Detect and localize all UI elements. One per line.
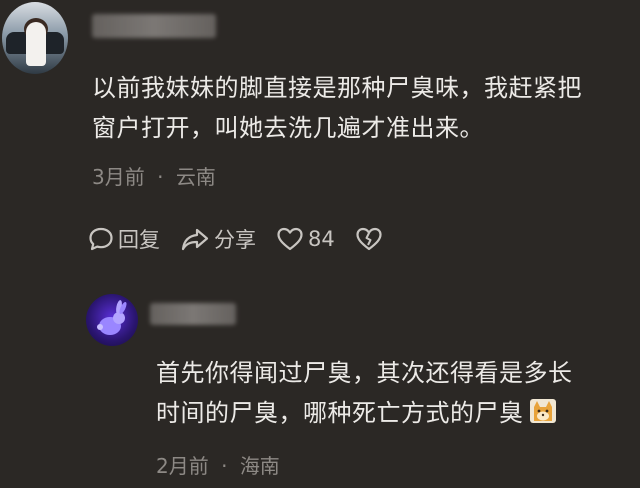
comment-1-actions: 回复 分享 84 xyxy=(88,222,407,256)
comment-1-line-2: 窗户打开，叫她去洗几遍才准出来。 xyxy=(92,114,484,142)
reply-label: 回复 xyxy=(118,228,160,252)
comment-2-location: 海南 xyxy=(239,454,280,478)
like-button[interactable]: 84 xyxy=(276,226,335,252)
meta-separator: · xyxy=(221,454,228,478)
share-button[interactable]: 分享 xyxy=(180,224,256,254)
comment-2-line-2-text: 时间的尸臭，哪种死亡方式的尸臭 xyxy=(156,399,524,427)
comment-1-meta: 3月前 · 云南 xyxy=(92,161,216,190)
comment-2-text: 首先你得闻过尸臭，其次还得看是多长 时间的尸臭，哪种死亡方式的尸臭 xyxy=(156,353,636,433)
user-avatar-1[interactable] xyxy=(2,2,68,74)
heart-icon xyxy=(277,227,303,251)
comment-2-line-2: 时间的尸臭，哪种死亡方式的尸臭 xyxy=(156,393,636,433)
comment-1-location: 云南 xyxy=(175,165,216,189)
username-1-blurred[interactable] xyxy=(92,14,216,38)
comment-1-line-1: 以前我妹妹的脚直接是那种尸臭味，我赶紧把 xyxy=(92,74,582,102)
share-label: 分享 xyxy=(214,228,256,252)
comment-2-line-1: 首先你得闻过尸臭，其次还得看是多长 xyxy=(156,359,573,387)
username-2-blurred[interactable] xyxy=(150,303,236,325)
comment-2-time: 2月前 xyxy=(156,454,209,478)
comment-1-time: 3月前 xyxy=(92,165,145,189)
avatar-photo-person xyxy=(26,22,46,66)
rabbit-avatar-icon xyxy=(97,300,127,335)
comment-bubble-icon xyxy=(89,227,113,251)
user-avatar-2[interactable] xyxy=(86,294,138,346)
shiba-dog-emoji-icon xyxy=(529,397,556,425)
broken-heart-icon xyxy=(356,227,382,251)
reply-button[interactable]: 回复 xyxy=(88,224,160,254)
meta-separator: · xyxy=(157,165,164,189)
comment-1-text: 以前我妹妹的脚直接是那种尸臭味，我赶紧把 窗户打开，叫她去洗几遍才准出来。 xyxy=(92,68,632,148)
comment-2-meta: 2月前 · 海南 xyxy=(156,450,280,479)
dislike-button[interactable] xyxy=(355,226,387,252)
share-arrow-icon xyxy=(181,228,209,251)
like-count: 84 xyxy=(308,227,335,251)
